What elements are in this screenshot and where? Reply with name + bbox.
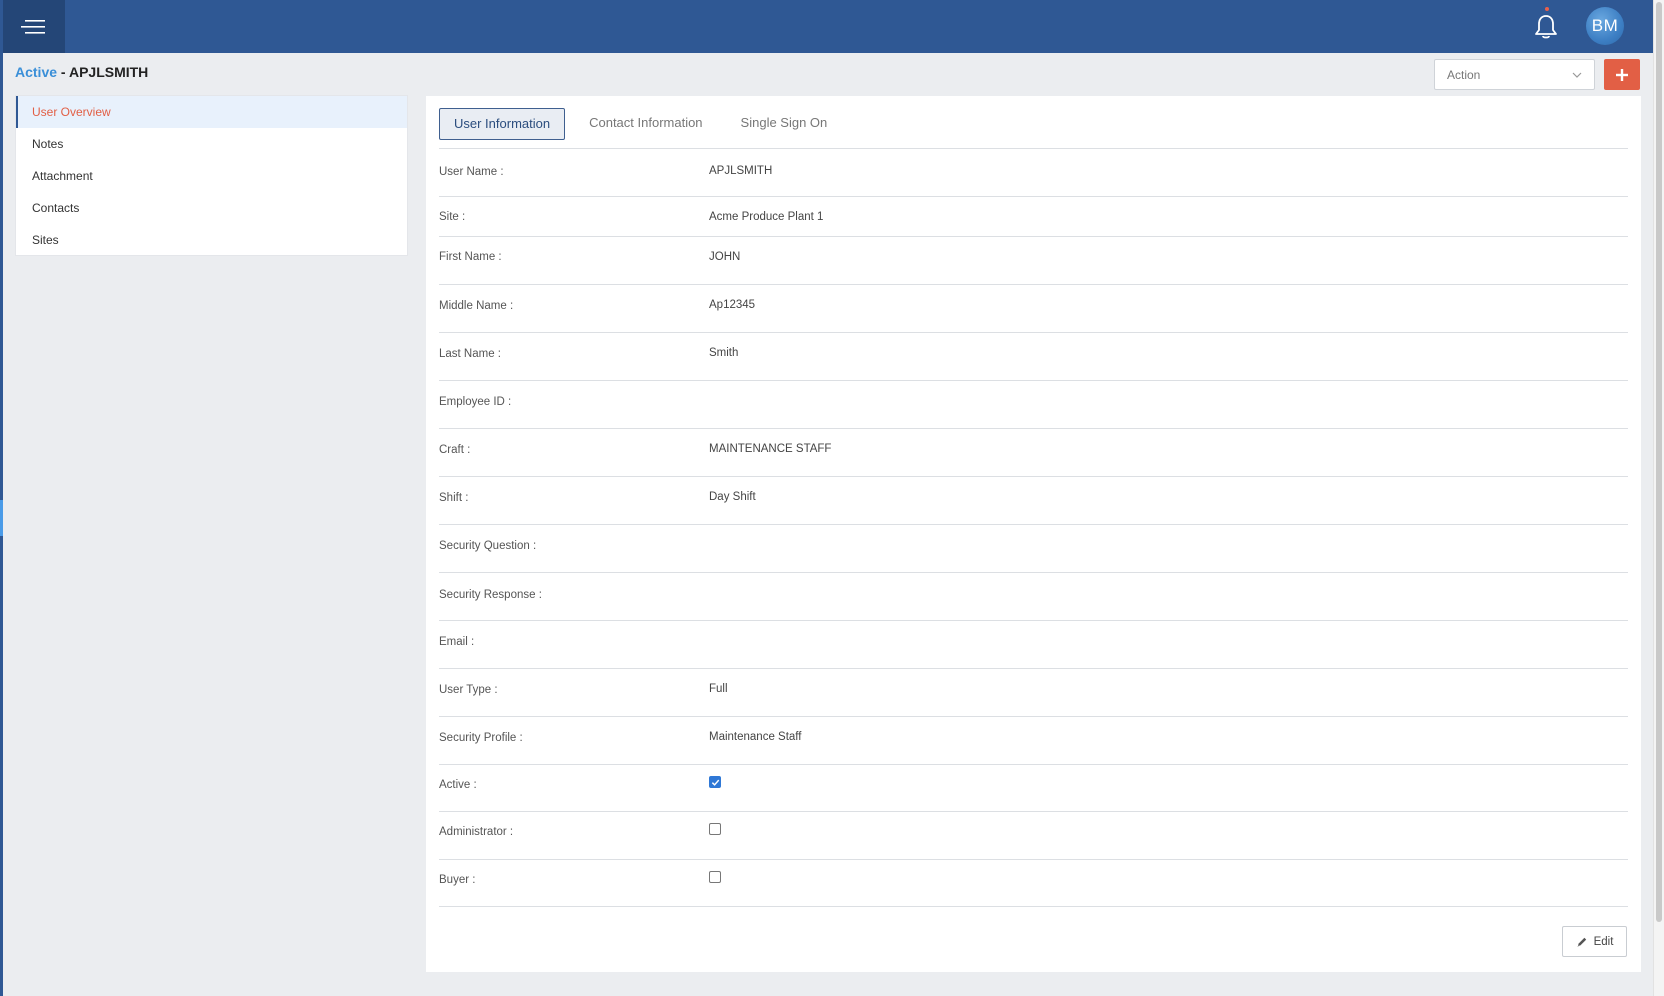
title-username: APJLSMITH bbox=[68, 64, 149, 80]
field-label: Buyer : bbox=[439, 874, 476, 886]
left-edge-accent bbox=[0, 500, 3, 536]
edit-button-label: Edit bbox=[1593, 935, 1614, 948]
field-label: Security Response : bbox=[439, 589, 542, 601]
field-row-active: Active : bbox=[439, 765, 1628, 812]
page-title: Active - APJLSMITH bbox=[15, 64, 148, 80]
user-detail-panel: User Information Contact Information Sin… bbox=[426, 96, 1641, 972]
tab-contact-information[interactable]: Contact Information bbox=[575, 108, 716, 140]
active-checkbox[interactable] bbox=[709, 776, 721, 788]
edit-button[interactable]: Edit bbox=[1562, 926, 1627, 957]
field-row-site: Site : Acme Produce Plant 1 bbox=[439, 197, 1628, 237]
sidebar-nav: User Overview Notes Attachment Contacts … bbox=[15, 95, 408, 256]
field-row-user-type: User Type : Full bbox=[439, 669, 1628, 717]
sidebar-item-attachment[interactable]: Attachment bbox=[16, 160, 407, 192]
field-label: Administrator : bbox=[439, 826, 514, 838]
field-label: Employee ID : bbox=[439, 396, 512, 408]
field-value: Day Shift bbox=[709, 491, 756, 503]
tab-single-sign-on[interactable]: Single Sign On bbox=[727, 108, 842, 140]
title-separator: - bbox=[57, 64, 69, 80]
add-button[interactable] bbox=[1604, 59, 1640, 90]
field-label: Security Profile : bbox=[439, 732, 523, 744]
field-value: MAINTENANCE STAFF bbox=[709, 443, 832, 455]
action-dropdown-label: Action bbox=[1447, 67, 1481, 82]
field-row-craft: Craft : MAINTENANCE STAFF bbox=[439, 429, 1628, 477]
field-value: Full bbox=[709, 683, 728, 695]
status-label: Active bbox=[15, 64, 58, 80]
field-value: Maintenance Staff bbox=[709, 731, 802, 743]
sidebar-item-contacts[interactable]: Contacts bbox=[16, 192, 407, 224]
field-label: Security Question : bbox=[439, 540, 537, 552]
field-value: JOHN bbox=[709, 251, 741, 263]
sidebar-item-sites[interactable]: Sites bbox=[16, 224, 407, 256]
field-row-employee-id: Employee ID : bbox=[439, 381, 1628, 429]
notification-dot bbox=[1545, 7, 1549, 11]
field-row-buyer: Buyer : bbox=[439, 860, 1628, 907]
administrator-checkbox[interactable] bbox=[709, 823, 721, 835]
tab-bar: User Information Contact Information Sin… bbox=[439, 108, 851, 140]
field-label: Shift : bbox=[439, 492, 469, 504]
scrollbar-thumb[interactable] bbox=[1656, 2, 1662, 922]
field-row-security-response: Security Response : bbox=[439, 573, 1628, 621]
field-label: Middle Name : bbox=[439, 300, 514, 312]
plus-icon bbox=[1616, 68, 1628, 81]
field-label: Site : bbox=[439, 211, 466, 223]
buyer-checkbox[interactable] bbox=[709, 871, 721, 883]
field-row-administrator: Administrator : bbox=[439, 812, 1628, 860]
pencil-icon bbox=[1576, 937, 1586, 947]
field-row-email: Email : bbox=[439, 621, 1628, 669]
field-row-first-name: First Name : JOHN bbox=[439, 237, 1628, 285]
avatar[interactable]: BM bbox=[1586, 7, 1624, 45]
field-label: Active : bbox=[439, 779, 477, 791]
field-value: Smith bbox=[709, 347, 739, 359]
hamburger-menu-icon[interactable] bbox=[3, 0, 65, 53]
field-value: APJLSMITH bbox=[709, 165, 773, 177]
sidebar-item-notes[interactable]: Notes bbox=[16, 128, 407, 160]
field-row-last-name: Last Name : Smith bbox=[439, 333, 1628, 381]
field-label: User Type : bbox=[439, 684, 498, 696]
field-list: User Name : APJLSMITH Site : Acme Produc… bbox=[439, 149, 1628, 907]
field-row-security-profile: Security Profile : Maintenance Staff bbox=[439, 717, 1628, 765]
sidebar-item-user-overview[interactable]: User Overview bbox=[16, 96, 407, 128]
field-label: Last Name : bbox=[439, 348, 501, 360]
field-label: Email : bbox=[439, 636, 475, 648]
tab-user-information[interactable]: User Information bbox=[439, 108, 566, 140]
field-row-shift: Shift : Day Shift bbox=[439, 477, 1628, 525]
field-value: Ap12345 bbox=[709, 299, 756, 311]
top-navigation-bar: BM bbox=[0, 0, 1653, 53]
checkmark-icon bbox=[711, 779, 720, 786]
action-dropdown[interactable]: Action bbox=[1434, 59, 1595, 90]
field-label: First Name : bbox=[439, 251, 502, 263]
bell-icon[interactable] bbox=[1533, 12, 1559, 40]
field-label: Craft : bbox=[439, 444, 471, 456]
field-row-middle-name: Middle Name : Ap12345 bbox=[439, 285, 1628, 333]
chevron-down-icon bbox=[1572, 72, 1582, 78]
field-label: User Name : bbox=[439, 166, 504, 178]
field-row-user-name: User Name : APJLSMITH bbox=[439, 149, 1628, 197]
field-row-security-question: Security Question : bbox=[439, 525, 1628, 573]
field-value: Acme Produce Plant 1 bbox=[709, 211, 824, 223]
